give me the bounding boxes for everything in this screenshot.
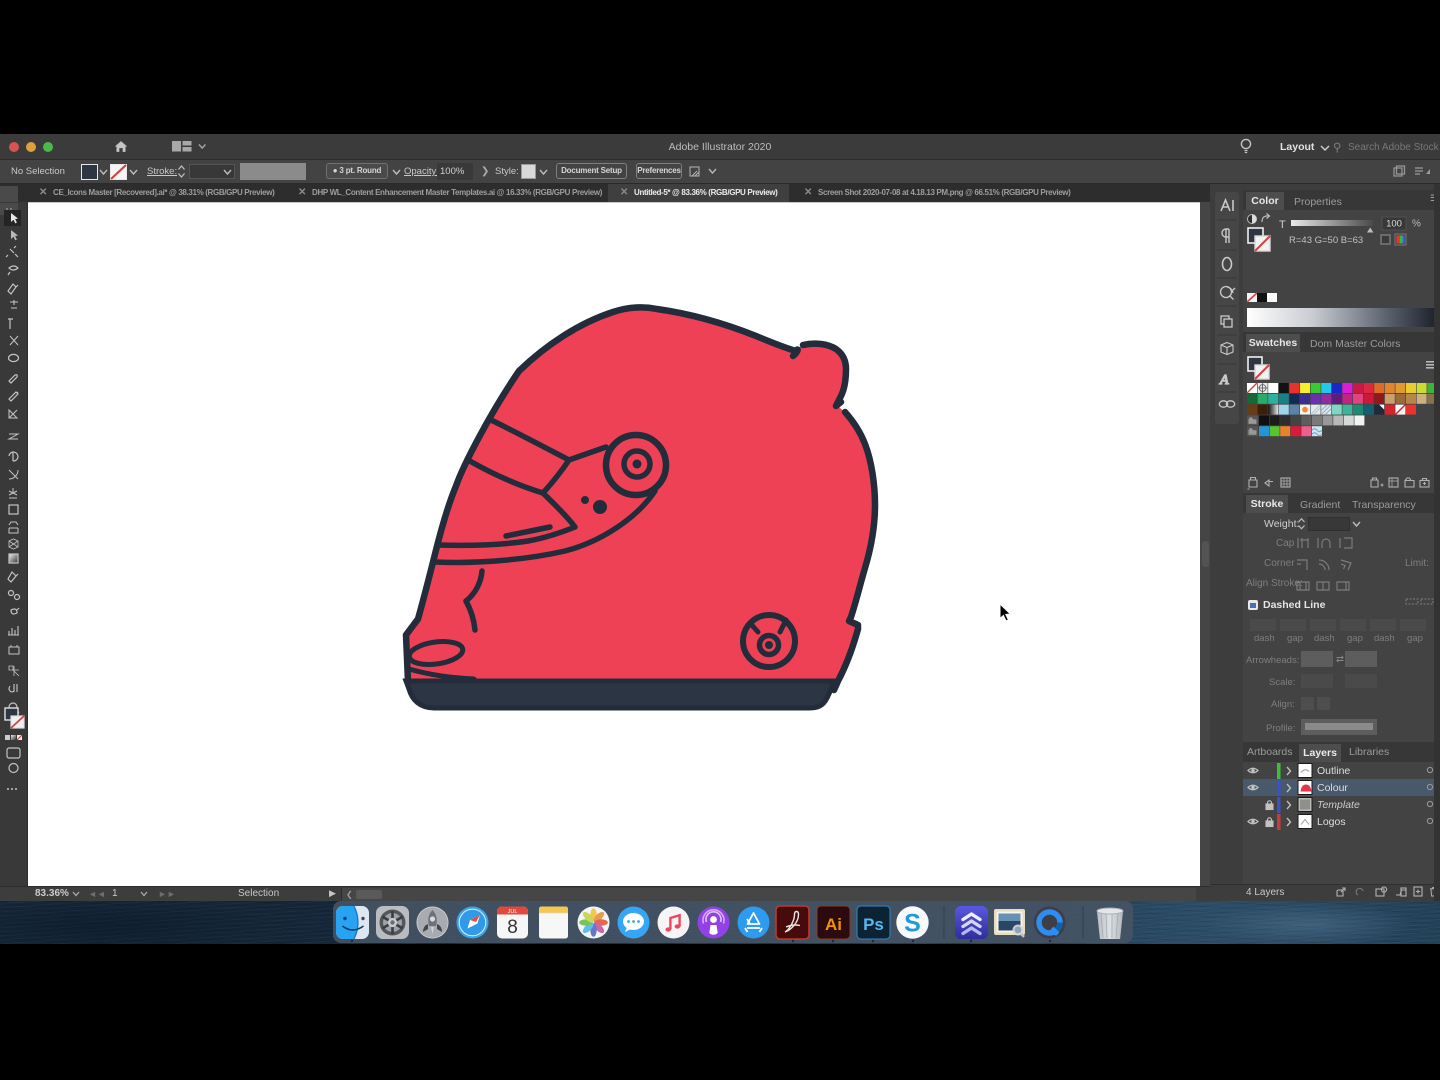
svg-text:Ps: Ps	[863, 915, 884, 934]
svg-text:Template: Template	[1317, 799, 1360, 811]
svg-text:%: %	[1412, 219, 1421, 230]
svg-text:Logos: Logos	[1317, 816, 1346, 828]
svg-text:8: 8	[507, 917, 518, 938]
svg-text:Outline: Outline	[1317, 765, 1350, 777]
svg-text:Ai: Ai	[825, 915, 842, 934]
svg-text:T: T	[1279, 219, 1286, 231]
svg-text:A: A	[1219, 373, 1229, 388]
svg-text:S: S	[904, 910, 921, 938]
svg-text:100: 100	[1386, 219, 1402, 230]
svg-text:R=43 G=50 B=63: R=43 G=50 B=63	[1289, 235, 1363, 246]
svg-text:Colour: Colour	[1317, 782, 1348, 794]
svg-text:JUL: JUL	[508, 909, 518, 915]
